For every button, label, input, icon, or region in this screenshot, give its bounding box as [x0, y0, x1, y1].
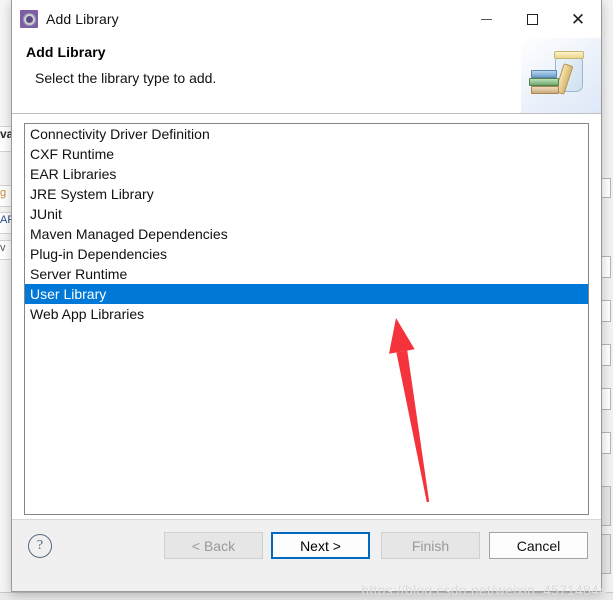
book-green — [529, 78, 559, 86]
dialog-header: Add Library Select the library type to a… — [12, 38, 601, 114]
list-item[interactable]: Maven Managed Dependencies — [25, 224, 588, 244]
list-item[interactable]: Web App Libraries — [25, 304, 588, 324]
add-library-dialog: Add Library ✕ Add Library Select the lib… — [11, 0, 602, 592]
close-button[interactable]: ✕ — [555, 0, 601, 38]
page-subtitle: Select the library type to add. — [35, 70, 217, 86]
minimize-icon — [480, 18, 492, 20]
list-item[interactable]: JRE System Library — [25, 184, 588, 204]
minimize-button[interactable] — [463, 0, 509, 38]
eclipse-gear-icon — [20, 10, 38, 28]
finish-button[interactable]: Finish — [381, 532, 480, 559]
next-button[interactable]: Next > — [271, 532, 370, 559]
maximize-icon — [526, 13, 538, 25]
help-icon[interactable]: ? — [28, 534, 52, 558]
window-title: Add Library — [46, 11, 119, 27]
jar-lid — [554, 51, 584, 59]
close-icon: ✕ — [570, 9, 586, 29]
window-controls: ✕ — [463, 0, 601, 38]
library-type-list[interactable]: Connectivity Driver Definition CXF Runtim… — [24, 123, 589, 515]
list-item[interactable]: Server Runtime — [25, 264, 588, 284]
background-bottom-strip — [0, 592, 613, 600]
list-item[interactable]: CXF Runtime — [25, 144, 588, 164]
list-item[interactable]: EAR Libraries — [25, 164, 588, 184]
maximize-button[interactable] — [509, 0, 555, 38]
dialog-footer: ? < Back Next > Finish Cancel — [12, 519, 601, 591]
list-container: Connectivity Driver Definition CXF Runtim… — [12, 114, 601, 519]
list-item[interactable]: Connectivity Driver Definition — [25, 124, 588, 144]
page-title: Add Library — [26, 44, 106, 60]
back-button[interactable]: < Back — [164, 532, 263, 559]
list-item[interactable]: User Library — [25, 284, 588, 304]
book-tan — [531, 86, 559, 94]
background-fragment-text-1: g — [0, 187, 7, 199]
list-item[interactable]: JUnit — [25, 204, 588, 224]
background-fragment-text-3: v — [0, 242, 6, 254]
list-item[interactable]: Plug-in Dependencies — [25, 244, 588, 264]
library-jar-books-icon — [521, 38, 601, 113]
book-blue — [531, 70, 557, 78]
dialog-titlebar[interactable]: Add Library ✕ — [12, 0, 601, 38]
cancel-button[interactable]: Cancel — [489, 532, 588, 559]
